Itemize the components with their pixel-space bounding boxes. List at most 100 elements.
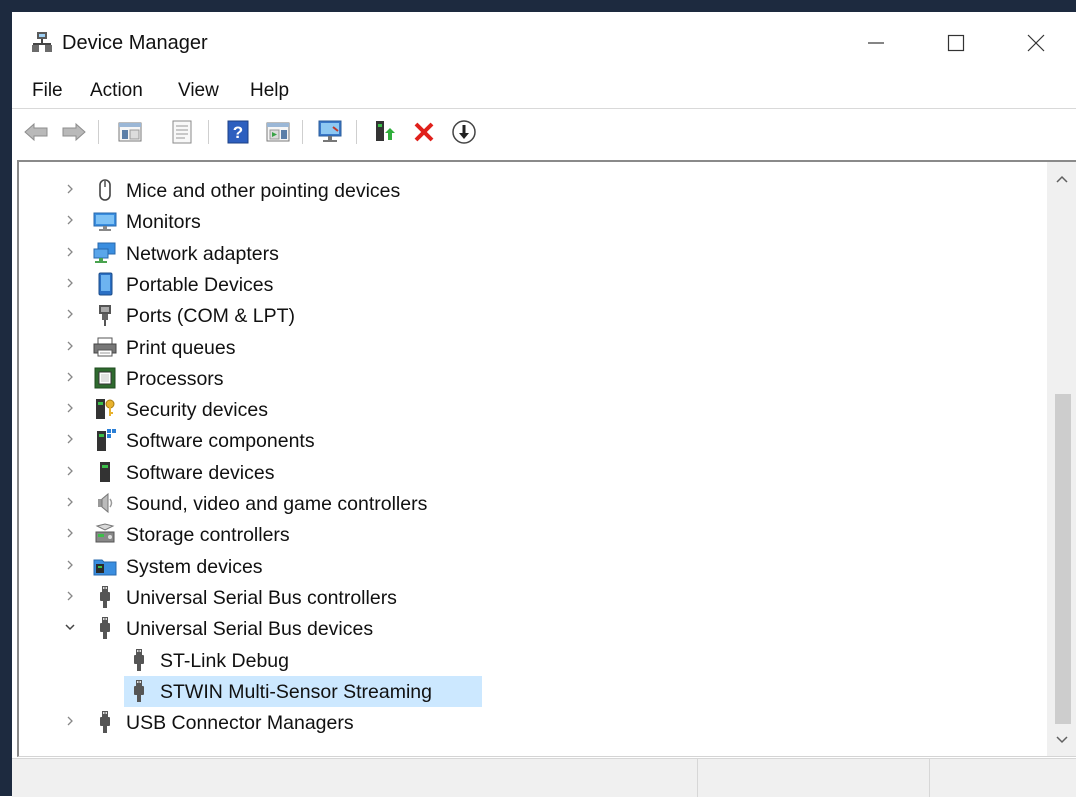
disable-device-button[interactable] (450, 118, 478, 146)
chevron-right-icon[interactable] (62, 212, 78, 228)
chevron-right-icon[interactable] (62, 369, 78, 385)
chevron-up-icon (1056, 175, 1068, 183)
tree-item-label: Software components (126, 430, 315, 453)
chevron-right-icon[interactable] (62, 400, 78, 416)
toolbar-separator (98, 120, 99, 144)
minimize-button[interactable] (836, 12, 916, 74)
tree-category-item[interactable]: Processors (19, 363, 1045, 394)
close-button[interactable] (996, 12, 1076, 74)
usb-icon (100, 617, 110, 640)
menu-help[interactable]: Help (250, 80, 289, 102)
tree-child-item[interactable]: STWIN Multi-Sensor Streaming (19, 675, 1045, 707)
back-arrow-icon (24, 122, 48, 142)
monitor-icon (93, 212, 117, 232)
chevron-right-icon[interactable] (62, 431, 78, 447)
tree-category-item[interactable]: Monitors (19, 206, 1045, 237)
uninstall-device-button[interactable] (410, 118, 438, 146)
maximize-icon (947, 34, 965, 52)
chevron-right-icon[interactable] (62, 525, 78, 541)
software-component-icon (97, 429, 116, 452)
action-pane-icon (266, 122, 290, 142)
device-manager-icon (32, 32, 52, 52)
portable-device-icon (98, 272, 113, 296)
usb-icon (100, 711, 110, 734)
tree-item-label: ST-Link Debug (160, 649, 289, 672)
red-x-icon (414, 122, 434, 142)
help-icon: ? (227, 120, 249, 144)
storage-icon (95, 523, 115, 543)
chevron-right-icon[interactable] (62, 244, 78, 260)
toolbar-separator (302, 120, 303, 144)
tree-category-item[interactable]: Software devices (19, 457, 1045, 488)
port-icon (99, 305, 111, 327)
tree-item-label: Network adapters (126, 242, 279, 265)
tree-item-label: Ports (COM & LPT) (126, 305, 296, 328)
maximize-button[interactable] (916, 12, 996, 74)
chevron-right-icon[interactable] (62, 494, 78, 510)
help-button[interactable]: ? (224, 118, 252, 146)
tree-category-item[interactable]: Universal Serial Bus devices (19, 613, 1045, 644)
tree-category-item[interactable]: Network adapters (19, 238, 1045, 269)
forward-button[interactable] (60, 118, 88, 146)
device-manager-window: Device Manager File Action View Help ? M… (12, 12, 1076, 797)
menu-file[interactable]: File (32, 80, 63, 102)
scroll-up-button[interactable] (1047, 164, 1076, 194)
back-button[interactable] (22, 118, 50, 146)
tree-item-label: System devices (126, 555, 263, 578)
tree-category-item[interactable]: Portable Devices (19, 269, 1045, 300)
show-hide-console-tree-button[interactable] (116, 118, 144, 146)
printer-icon (93, 337, 117, 356)
chevron-right-icon[interactable] (62, 306, 78, 322)
status-divider (697, 759, 698, 797)
tree-category-item[interactable]: Sound, video and game controllers (19, 488, 1045, 519)
chevron-down-icon[interactable] (62, 619, 78, 635)
tree-category-item[interactable]: Software components (19, 425, 1045, 456)
menu-view[interactable]: View (178, 80, 219, 102)
tree-category-item[interactable]: USB Connector Managers (19, 707, 1045, 738)
tree-category-item[interactable]: System devices (19, 551, 1045, 582)
menu-divider (12, 108, 1076, 109)
chevron-right-icon[interactable] (62, 463, 78, 479)
device-tree[interactable]: Mice and other pointing devices Monitors N… (19, 162, 1045, 756)
chevron-right-icon[interactable] (62, 557, 78, 573)
scan-hardware-button[interactable] (316, 118, 344, 146)
scroll-thumb[interactable] (1055, 394, 1071, 724)
chevron-right-icon[interactable] (62, 713, 78, 729)
svg-text:?: ? (233, 123, 243, 142)
tree-item-label: Monitors (126, 211, 201, 234)
down-arrow-circle-icon (452, 120, 476, 144)
tree-item-label: Security devices (126, 399, 268, 422)
status-divider (929, 759, 930, 797)
close-icon (1027, 34, 1045, 52)
update-driver-button[interactable] (370, 118, 398, 146)
tree-category-item[interactable]: Print queues (19, 332, 1045, 363)
show-action-pane-button[interactable] (264, 118, 292, 146)
usb-icon (100, 585, 110, 608)
properties-button[interactable] (168, 118, 196, 146)
scroll-down-button[interactable] (1047, 725, 1076, 755)
tree-item-label: STWIN Multi-Sensor Streaming (160, 680, 432, 703)
tree-category-item[interactable]: Universal Serial Bus controllers (19, 582, 1045, 613)
chevron-right-icon[interactable] (62, 181, 78, 197)
console-tree-icon (118, 122, 142, 142)
toolbar-separator (208, 120, 209, 144)
tree-category-item[interactable]: Security devices (19, 394, 1045, 425)
tree-child-item[interactable]: ST-Link Debug (19, 645, 1045, 676)
tree-category-item[interactable]: Ports (COM & LPT) (19, 300, 1045, 331)
chevron-down-icon (1056, 736, 1068, 744)
processor-icon (94, 367, 116, 389)
tree-category-item[interactable]: Mice and other pointing devices (19, 175, 1045, 206)
vertical-scrollbar[interactable] (1047, 162, 1076, 756)
tree-item-label: Universal Serial Bus controllers (126, 586, 397, 609)
window-title: Device Manager (62, 32, 208, 54)
speaker-icon (98, 492, 113, 514)
chevron-right-icon[interactable] (62, 338, 78, 354)
chevron-right-icon[interactable] (62, 588, 78, 604)
desktop-background (0, 0, 1076, 12)
usb-icon (134, 679, 144, 702)
title-bar[interactable]: Device Manager (12, 12, 1076, 74)
menu-action[interactable]: Action (90, 80, 143, 102)
tree-category-item[interactable]: Storage controllers (19, 519, 1045, 550)
toolbar-separator (356, 120, 357, 144)
chevron-right-icon[interactable] (62, 275, 78, 291)
